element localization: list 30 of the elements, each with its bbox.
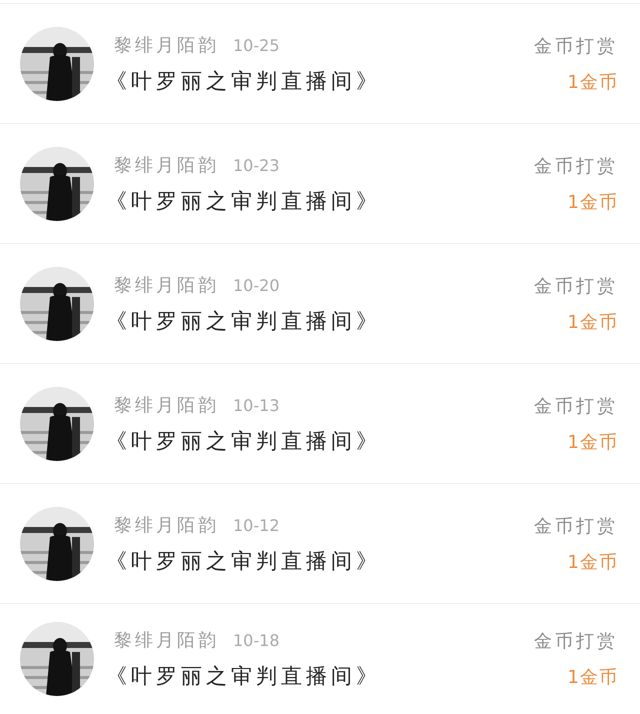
user-name: 黎绯月陌韵 <box>114 274 219 296</box>
room-title: 《叶罗丽之审判直播间》 <box>106 188 382 214</box>
date: 10-12 <box>233 516 280 534</box>
user-name: 黎绯月陌韵 <box>114 628 219 652</box>
user-name: 黎绯月陌韵 <box>114 394 219 416</box>
reward-amount: 1金币 <box>568 190 618 214</box>
reward-amount: 1金币 <box>568 70 618 94</box>
reward-type: 金币打赏 <box>534 34 618 58</box>
date: 10-20 <box>233 276 280 294</box>
room-title: 《叶罗丽之审判直播间》 <box>106 548 382 574</box>
reward-amount: 1金币 <box>568 430 618 454</box>
reward-type: 金币打赏 <box>534 274 618 298</box>
reward-type: 金币打赏 <box>534 154 618 178</box>
date: 10-25 <box>233 36 280 54</box>
user-name: 黎绯月陌韵 <box>114 34 219 56</box>
room-title: 《叶罗丽之审判直播间》 <box>106 308 382 334</box>
user-name: 黎绯月陌韵 <box>114 514 219 536</box>
room-title: 《叶罗丽之审判直播间》 <box>106 428 382 454</box>
date: 10-13 <box>233 396 280 414</box>
date: 10-18 <box>233 630 280 650</box>
reward-amount: 1金币 <box>568 550 618 574</box>
reward-type: 金币打赏 <box>534 514 618 538</box>
room-title: 《叶罗丽之审判直播间》 <box>106 68 382 94</box>
reward-amount: 1金币 <box>568 310 618 334</box>
reward-type: 金币打赏 <box>534 394 618 418</box>
reward-type: 金币打赏 <box>534 630 618 652</box>
date: 10-23 <box>233 156 280 174</box>
reward-amount: 1金币 <box>568 666 618 688</box>
room-title: 《叶罗丽之审判直播间》 <box>106 662 382 690</box>
user-name: 黎绯月陌韵 <box>114 154 219 176</box>
